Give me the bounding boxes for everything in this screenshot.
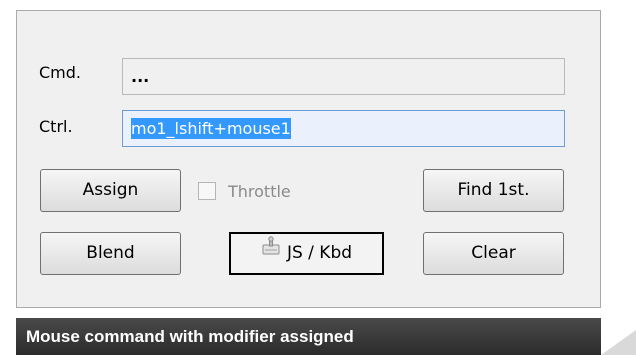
js-kbd-button[interactable]: JS / Kbd [229, 232, 384, 275]
find-first-button[interactable]: Find 1st. [423, 169, 564, 212]
joystick-keyboard-icon [261, 232, 281, 271]
cmd-label: Cmd. [39, 63, 81, 82]
caption-bar: Mouse command with modifier assigned [16, 318, 601, 355]
ctrl-field-selected-text: mo1_lshift+mouse1 [131, 118, 291, 139]
ctrl-label: Ctrl. [39, 117, 73, 136]
throttle-label: Throttle [228, 181, 291, 201]
cmd-field: ... [122, 58, 565, 95]
caption-corner-shadow [601, 330, 636, 355]
throttle-checkbox[interactable] [198, 182, 216, 200]
assign-button[interactable]: Assign [40, 169, 181, 212]
clear-button[interactable]: Clear [423, 232, 564, 275]
js-kbd-label: JS / Kbd [286, 243, 353, 263]
ctrl-field[interactable]: mo1_lshift+mouse1 [122, 110, 565, 147]
blend-button[interactable]: Blend [40, 232, 181, 275]
throttle-option[interactable]: Throttle [198, 180, 291, 202]
